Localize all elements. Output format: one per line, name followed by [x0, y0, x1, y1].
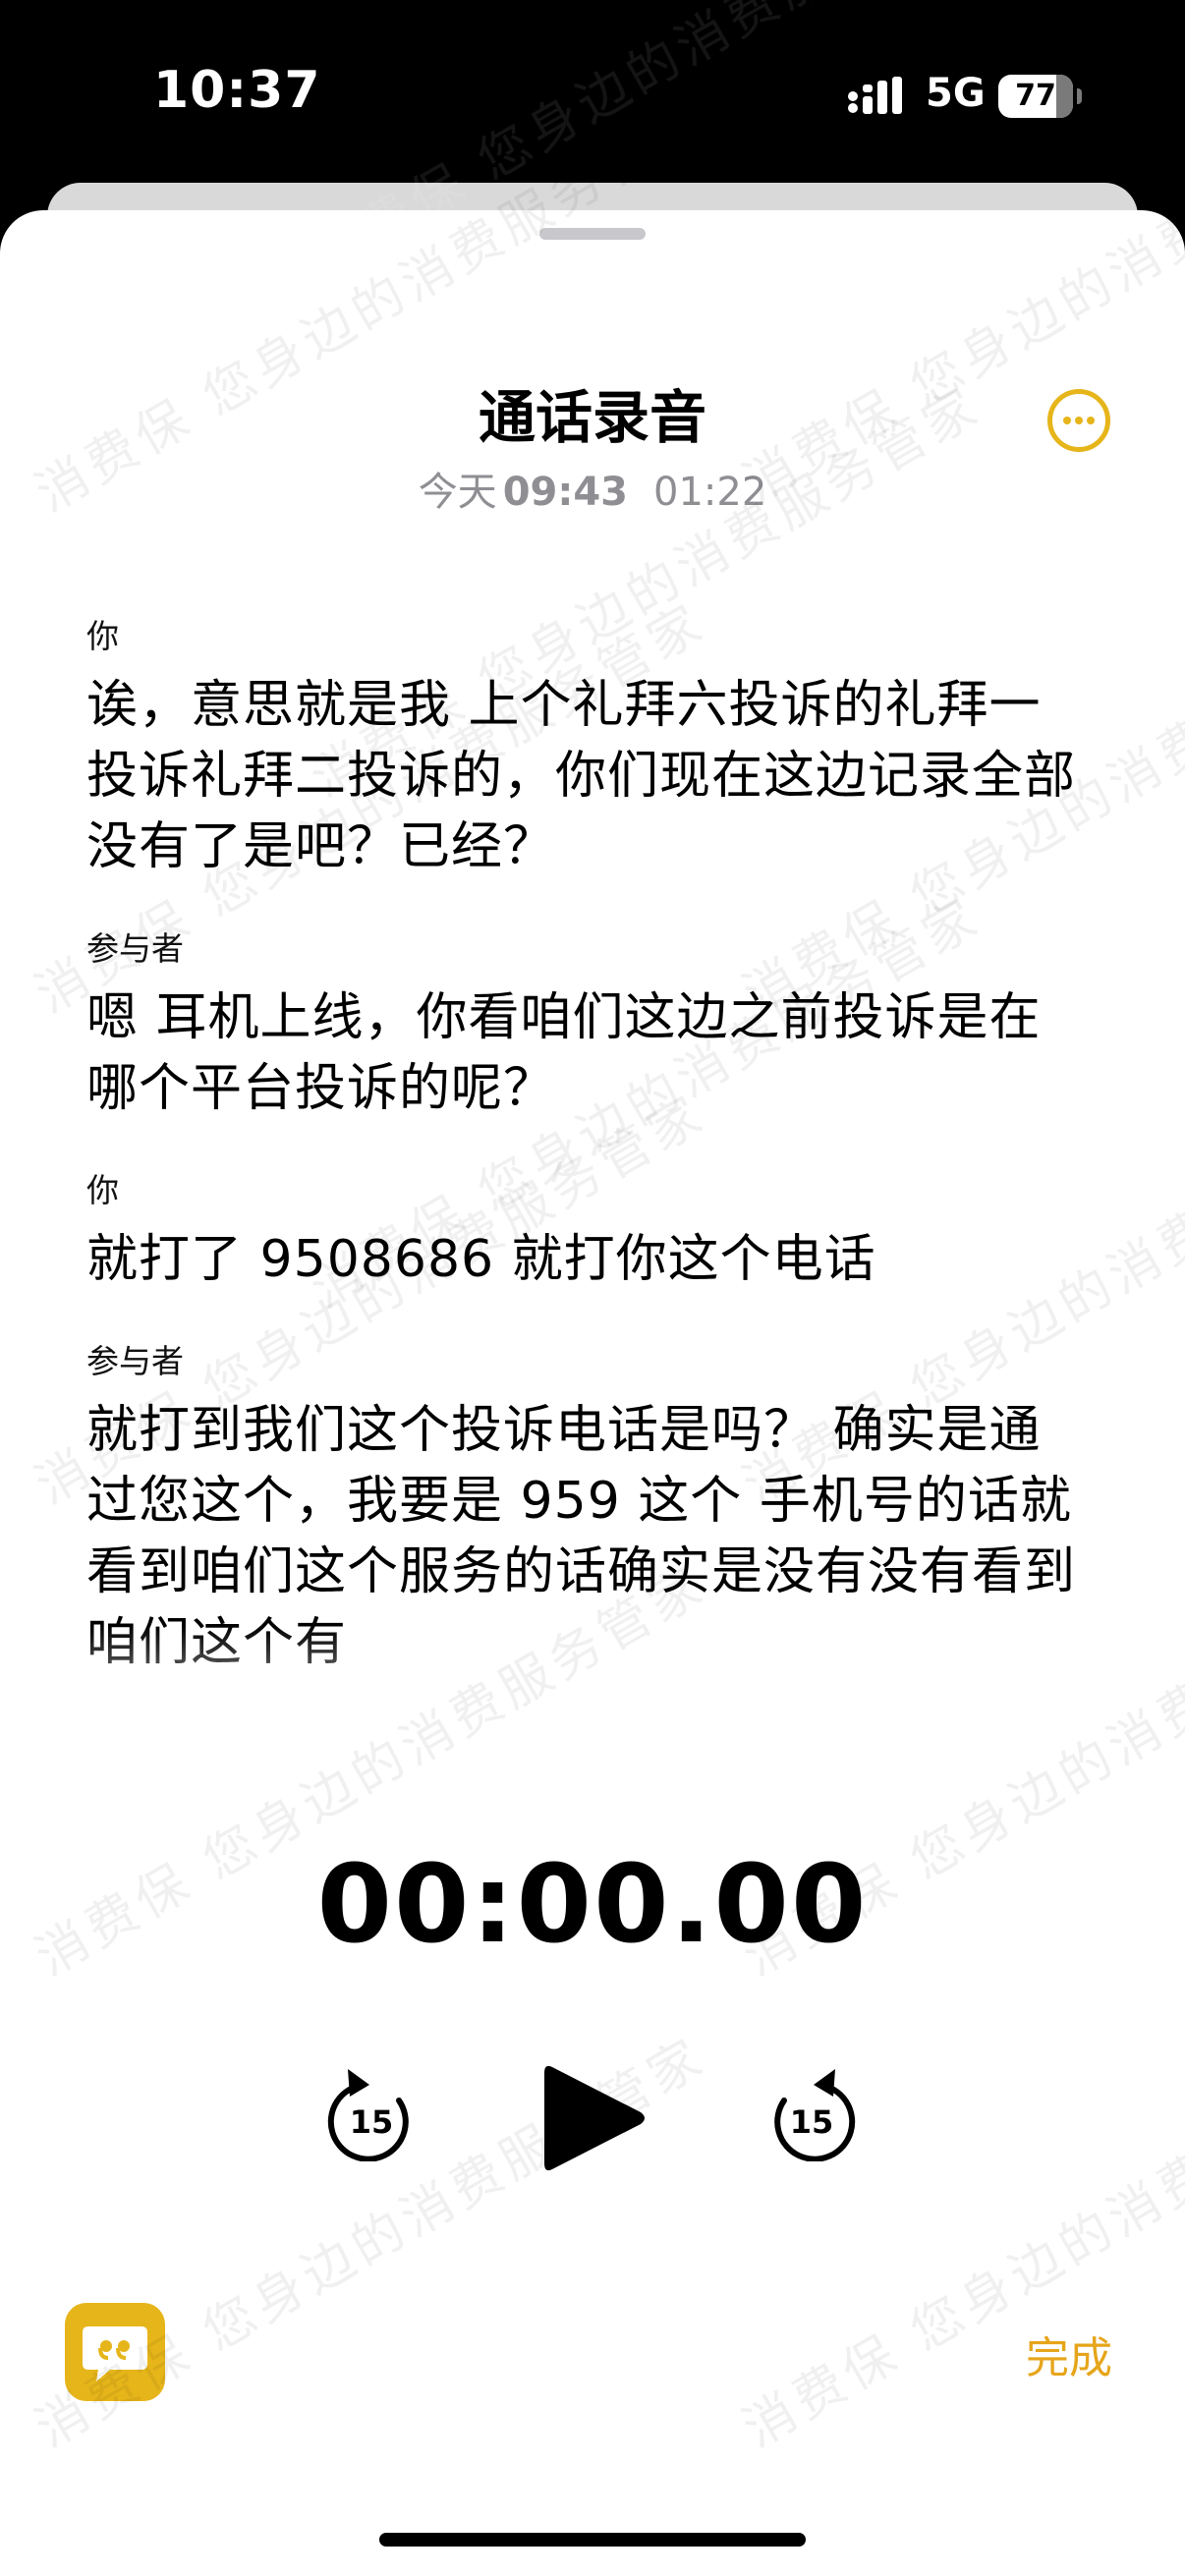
transcript-list[interactable]: 你 诶，意思就是我 上个礼拜六投诉的礼拜一投诉礼拜二投诉的，你们现在这边记录全部… — [86, 613, 1089, 1871]
speaker-label: 你 — [86, 1171, 119, 1209]
speaker-label: 参与者 — [86, 1342, 184, 1380]
battery-percent: 77 — [1015, 79, 1056, 113]
speaker-label: 你 — [86, 617, 119, 655]
status-time: 10:37 — [153, 61, 321, 120]
status-bar: 10:37 5G 77 — [0, 0, 1185, 187]
cellular-signal-icon — [848, 77, 902, 114]
transcript-toggle-button[interactable] — [65, 2303, 165, 2401]
utterance-text: 就打了 9508686 就打你这个电话 — [86, 1230, 876, 1289]
utterance-text: 就打到我们这个投诉电话是吗？ 确实是通过您这个，我要是 959 这个 手机号的话… — [86, 1401, 1077, 1672]
skip-back-15-icon[interactable]: 15 — [326, 2063, 417, 2161]
speaker-label: 参与者 — [86, 929, 184, 968]
utterance-text: 诶，意思就是我 上个礼拜六投诉的礼拜一投诉礼拜二投诉的，你们现在这边记录全部没有… — [86, 676, 1077, 876]
battery-body: 77 — [998, 75, 1073, 118]
ellipsis-circle-icon — [1063, 417, 1095, 424]
playback-timer: 00:00.00 — [316, 1841, 869, 1967]
skip-forward-label: 15 — [790, 2103, 834, 2141]
skip-forward-15-icon[interactable]: 15 — [766, 2063, 857, 2161]
battery-indicator: 77 — [998, 75, 1082, 118]
page-title: 通话录音 — [478, 384, 706, 451]
transcript-entry: 参与者 嗯 耳机上线，你看咱们这边之前投诉是在哪个平台投诉的呢？ — [86, 925, 1089, 1124]
sheet-grabber[interactable] — [539, 228, 646, 240]
transcript-entry: 你 诶，意思就是我 上个礼拜六投诉的礼拜一投诉礼拜二投诉的，你们现在这边记录全部… — [86, 613, 1089, 882]
utterance-text: 嗯 耳机上线，你看咱们这边之前投诉是在哪个平台投诉的呢？ — [86, 988, 1042, 1118]
recording-date-day: 今天 — [418, 470, 497, 515]
quote-bubble-icon — [83, 2326, 147, 2381]
done-button[interactable]: 完成 — [1026, 2323, 1112, 2385]
play-icon[interactable] — [540, 2059, 649, 2177]
recording-date-time: 09:43 — [502, 470, 629, 515]
recording-meta: 今天 09:43 01:22 — [0, 460, 1185, 517]
recording-duration: 01:22 — [653, 470, 767, 515]
transcript-entry: 你 就打了 9508686 就打你这个电话 — [86, 1167, 1089, 1295]
recording-sheet: 通话录音 今天 09:43 01:22 你 诶，意思就是我 上个礼拜六投诉的礼拜一投… — [0, 210, 1185, 2576]
more-options-button[interactable] — [1047, 389, 1110, 452]
home-indicator[interactable] — [379, 2533, 806, 2547]
battery-cap — [1077, 88, 1082, 104]
transcript-entry: 参与者 就打到我们这个投诉电话是吗？ 确实是通过您这个，我要是 959 这个 手… — [86, 1338, 1089, 1678]
screen: 10:37 5G 77 通话录音 今天 09:43 01:22 你 诶，意思就是… — [0, 0, 1185, 2576]
skip-back-label: 15 — [350, 2103, 394, 2141]
network-type-label: 5G — [926, 71, 986, 116]
